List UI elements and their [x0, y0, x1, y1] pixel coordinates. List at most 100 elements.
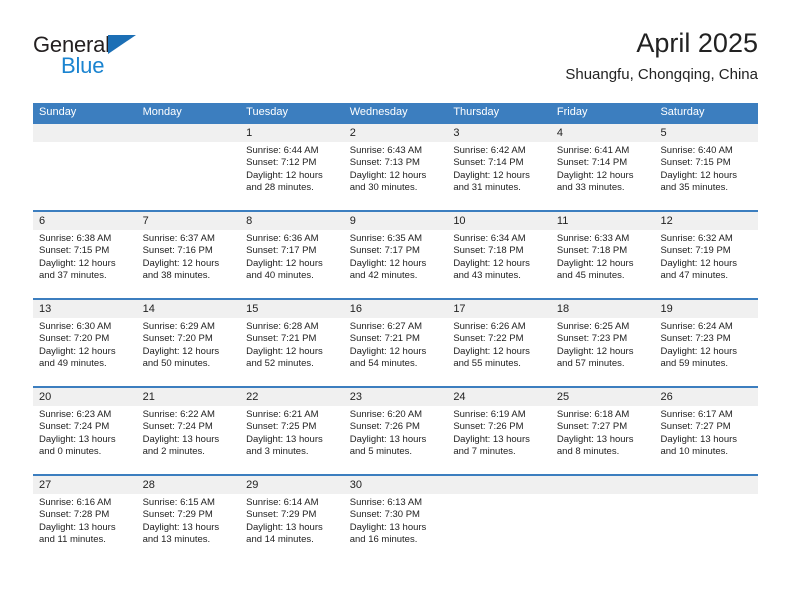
sunrise-text: Sunrise: 6:44 AM — [246, 145, 319, 156]
day-number — [447, 476, 551, 494]
daylight-text: Daylight: 12 hours and 28 minutes. — [246, 169, 323, 193]
sunrise-text: Sunrise: 6:32 AM — [660, 233, 733, 244]
daylight-text: Daylight: 12 hours and 47 minutes. — [660, 257, 738, 281]
day-cell[interactable]: 22 Sunrise: 6:21 AM Sunset: 7:25 PM Dayl… — [240, 388, 344, 474]
day-details: Sunrise: 6:25 AM Sunset: 7:23 PM Dayligh… — [551, 318, 655, 370]
day-number: 2 — [343, 124, 448, 142]
day-details: Sunrise: 6:29 AM Sunset: 7:20 PM Dayligh… — [137, 318, 241, 370]
sunrise-text: Sunrise: 6:18 AM — [556, 409, 630, 420]
day-cell[interactable]: 28 Sunrise: 6:15 AM Sunset: 7:29 PM Dayl… — [136, 476, 241, 562]
day-cell[interactable]: 8 Sunrise: 6:36 AM Sunset: 7:17 PM Dayli… — [240, 212, 344, 298]
sunset-text: Sunset: 7:22 PM — [453, 333, 524, 345]
day-number: 21 — [136, 388, 241, 406]
day-cell[interactable]: 3 Sunrise: 6:42 AM Sunset: 7:14 PM Dayli… — [447, 124, 551, 210]
sunrise-text: Sunrise: 6:20 AM — [349, 409, 423, 420]
day-cell[interactable]: 11 Sunrise: 6:33 AM Sunset: 7:18 PM Dayl… — [550, 212, 655, 298]
day-cell[interactable]: 20 Sunrise: 6:23 AM Sunset: 7:24 PM Dayl… — [33, 388, 137, 474]
day-details: Sunrise: 6:35 AM Sunset: 7:17 PM Dayligh… — [344, 230, 448, 282]
day-details: Sunrise: 6:18 AM Sunset: 7:27 PM Dayligh… — [551, 406, 655, 458]
sunrise-text: Sunrise: 6:23 AM — [39, 409, 112, 420]
daylight-text: Daylight: 13 hours and 14 minutes. — [246, 521, 323, 545]
day-cell[interactable] — [33, 124, 137, 210]
daylight-text: Daylight: 13 hours and 13 minutes. — [142, 521, 220, 545]
day-details: Sunrise: 6:43 AM Sunset: 7:13 PM Dayligh… — [344, 142, 448, 194]
day-cell[interactable]: 1 Sunrise: 6:44 AM Sunset: 7:12 PM Dayli… — [240, 124, 344, 210]
sunset-text: Sunset: 7:30 PM — [349, 509, 420, 521]
day-cell[interactable] — [550, 476, 655, 562]
day-cell[interactable]: 12 Sunrise: 6:32 AM Sunset: 7:19 PM Dayl… — [654, 212, 759, 298]
day-cell[interactable]: 27 Sunrise: 6:16 AM Sunset: 7:28 PM Dayl… — [33, 476, 137, 562]
sunset-text: Sunset: 7:29 PM — [246, 509, 317, 521]
day-number: 22 — [240, 388, 344, 406]
day-details: Sunrise: 6:14 AM Sunset: 7:29 PM Dayligh… — [240, 494, 344, 546]
calendar-week-row: 27 Sunrise: 6:16 AM Sunset: 7:28 PM Dayl… — [33, 474, 759, 562]
day-cell[interactable]: 9 Sunrise: 6:35 AM Sunset: 7:17 PM Dayli… — [343, 212, 448, 298]
daylight-text: Daylight: 13 hours and 3 minutes. — [246, 433, 323, 457]
page-header: General Blue April 2025 Shuangfu, Chongq… — [33, 28, 758, 90]
day-cell[interactable]: 4 Sunrise: 6:41 AM Sunset: 7:14 PM Dayli… — [550, 124, 655, 210]
sunset-text: Sunset: 7:15 PM — [39, 245, 110, 257]
weekday-header-row: Sunday Monday Tuesday Wednesday Thursday… — [33, 103, 758, 122]
day-number: 15 — [240, 300, 344, 318]
day-cell[interactable]: 7 Sunrise: 6:37 AM Sunset: 7:16 PM Dayli… — [136, 212, 241, 298]
day-number: 23 — [343, 388, 448, 406]
day-cell[interactable]: 30 Sunrise: 6:13 AM Sunset: 7:30 PM Dayl… — [343, 476, 448, 562]
sunrise-text: Sunrise: 6:16 AM — [39, 497, 112, 508]
sunset-text: Sunset: 7:23 PM — [556, 333, 628, 345]
day-cell[interactable] — [447, 476, 551, 562]
sunset-text: Sunset: 7:20 PM — [142, 333, 213, 345]
day-details: Sunrise: 6:20 AM Sunset: 7:26 PM Dayligh… — [344, 406, 448, 458]
day-cell[interactable]: 14 Sunrise: 6:29 AM Sunset: 7:20 PM Dayl… — [136, 300, 241, 386]
sunset-text: Sunset: 7:17 PM — [349, 245, 420, 257]
day-details: Sunrise: 6:27 AM Sunset: 7:21 PM Dayligh… — [344, 318, 448, 370]
sunset-text: Sunset: 7:15 PM — [660, 157, 731, 169]
day-details: Sunrise: 6:17 AM Sunset: 7:27 PM Dayligh… — [654, 406, 758, 458]
daylight-text: Daylight: 12 hours and 49 minutes. — [39, 345, 116, 369]
day-details: Sunrise: 6:21 AM Sunset: 7:25 PM Dayligh… — [240, 406, 344, 458]
calendar-grid: Sunday Monday Tuesday Wednesday Thursday… — [33, 103, 759, 562]
day-cell[interactable]: 26 Sunrise: 6:17 AM Sunset: 7:27 PM Dayl… — [654, 388, 759, 474]
day-details: Sunrise: 6:37 AM Sunset: 7:16 PM Dayligh… — [137, 230, 241, 282]
calendar-week-row: 20 Sunrise: 6:23 AM Sunset: 7:24 PM Dayl… — [33, 386, 759, 474]
day-cell[interactable]: 24 Sunrise: 6:19 AM Sunset: 7:26 PM Dayl… — [447, 388, 551, 474]
sunset-text: Sunset: 7:18 PM — [556, 245, 628, 257]
day-details: Sunrise: 6:16 AM Sunset: 7:28 PM Dayligh… — [33, 494, 137, 546]
day-cell[interactable] — [136, 124, 241, 210]
day-cell[interactable]: 19 Sunrise: 6:24 AM Sunset: 7:23 PM Dayl… — [654, 300, 759, 386]
day-details: Sunrise: 6:41 AM Sunset: 7:14 PM Dayligh… — [551, 142, 655, 194]
day-cell[interactable]: 21 Sunrise: 6:22 AM Sunset: 7:24 PM Dayl… — [136, 388, 241, 474]
day-cell[interactable]: 6 Sunrise: 6:38 AM Sunset: 7:15 PM Dayli… — [33, 212, 137, 298]
sunrise-text: Sunrise: 6:14 AM — [246, 497, 319, 508]
day-cell[interactable]: 5 Sunrise: 6:40 AM Sunset: 7:15 PM Dayli… — [654, 124, 759, 210]
sunset-text: Sunset: 7:21 PM — [349, 333, 420, 345]
day-details: Sunrise: 6:22 AM Sunset: 7:24 PM Dayligh… — [137, 406, 241, 458]
sunrise-text: Sunrise: 6:27 AM — [349, 321, 423, 332]
day-number: 6 — [33, 212, 137, 230]
day-cell[interactable] — [654, 476, 759, 562]
sunset-text: Sunset: 7:21 PM — [246, 333, 317, 345]
day-cell[interactable]: 16 Sunrise: 6:27 AM Sunset: 7:21 PM Dayl… — [343, 300, 448, 386]
day-number: 11 — [550, 212, 655, 230]
sunrise-text: Sunrise: 6:37 AM — [142, 233, 215, 244]
day-number: 4 — [550, 124, 655, 142]
day-number: 19 — [654, 300, 759, 318]
sunrise-text: Sunrise: 6:26 AM — [453, 321, 526, 332]
sunrise-text: Sunrise: 6:13 AM — [349, 497, 423, 508]
day-cell[interactable]: 2 Sunrise: 6:43 AM Sunset: 7:13 PM Dayli… — [343, 124, 448, 210]
day-number: 7 — [136, 212, 241, 230]
weekday-header-monday: Monday — [142, 106, 182, 118]
day-cell[interactable]: 18 Sunrise: 6:25 AM Sunset: 7:23 PM Dayl… — [550, 300, 655, 386]
day-cell[interactable]: 17 Sunrise: 6:26 AM Sunset: 7:22 PM Dayl… — [447, 300, 551, 386]
day-cell[interactable]: 10 Sunrise: 6:34 AM Sunset: 7:18 PM Dayl… — [447, 212, 551, 298]
day-cell[interactable]: 25 Sunrise: 6:18 AM Sunset: 7:27 PM Dayl… — [550, 388, 655, 474]
day-cell[interactable]: 29 Sunrise: 6:14 AM Sunset: 7:29 PM Dayl… — [240, 476, 344, 562]
day-cell[interactable]: 13 Sunrise: 6:30 AM Sunset: 7:20 PM Dayl… — [33, 300, 137, 386]
day-details: Sunrise: 6:24 AM Sunset: 7:23 PM Dayligh… — [654, 318, 758, 370]
daylight-text: Daylight: 12 hours and 30 minutes. — [349, 169, 427, 193]
day-cell[interactable]: 15 Sunrise: 6:28 AM Sunset: 7:21 PM Dayl… — [240, 300, 344, 386]
day-details: Sunrise: 6:15 AM Sunset: 7:29 PM Dayligh… — [137, 494, 241, 546]
day-cell[interactable]: 23 Sunrise: 6:20 AM Sunset: 7:26 PM Dayl… — [343, 388, 448, 474]
calendar-week-row: 13 Sunrise: 6:30 AM Sunset: 7:20 PM Dayl… — [33, 298, 759, 386]
daylight-text: Daylight: 12 hours and 52 minutes. — [246, 345, 323, 369]
sunset-text: Sunset: 7:14 PM — [556, 157, 628, 169]
